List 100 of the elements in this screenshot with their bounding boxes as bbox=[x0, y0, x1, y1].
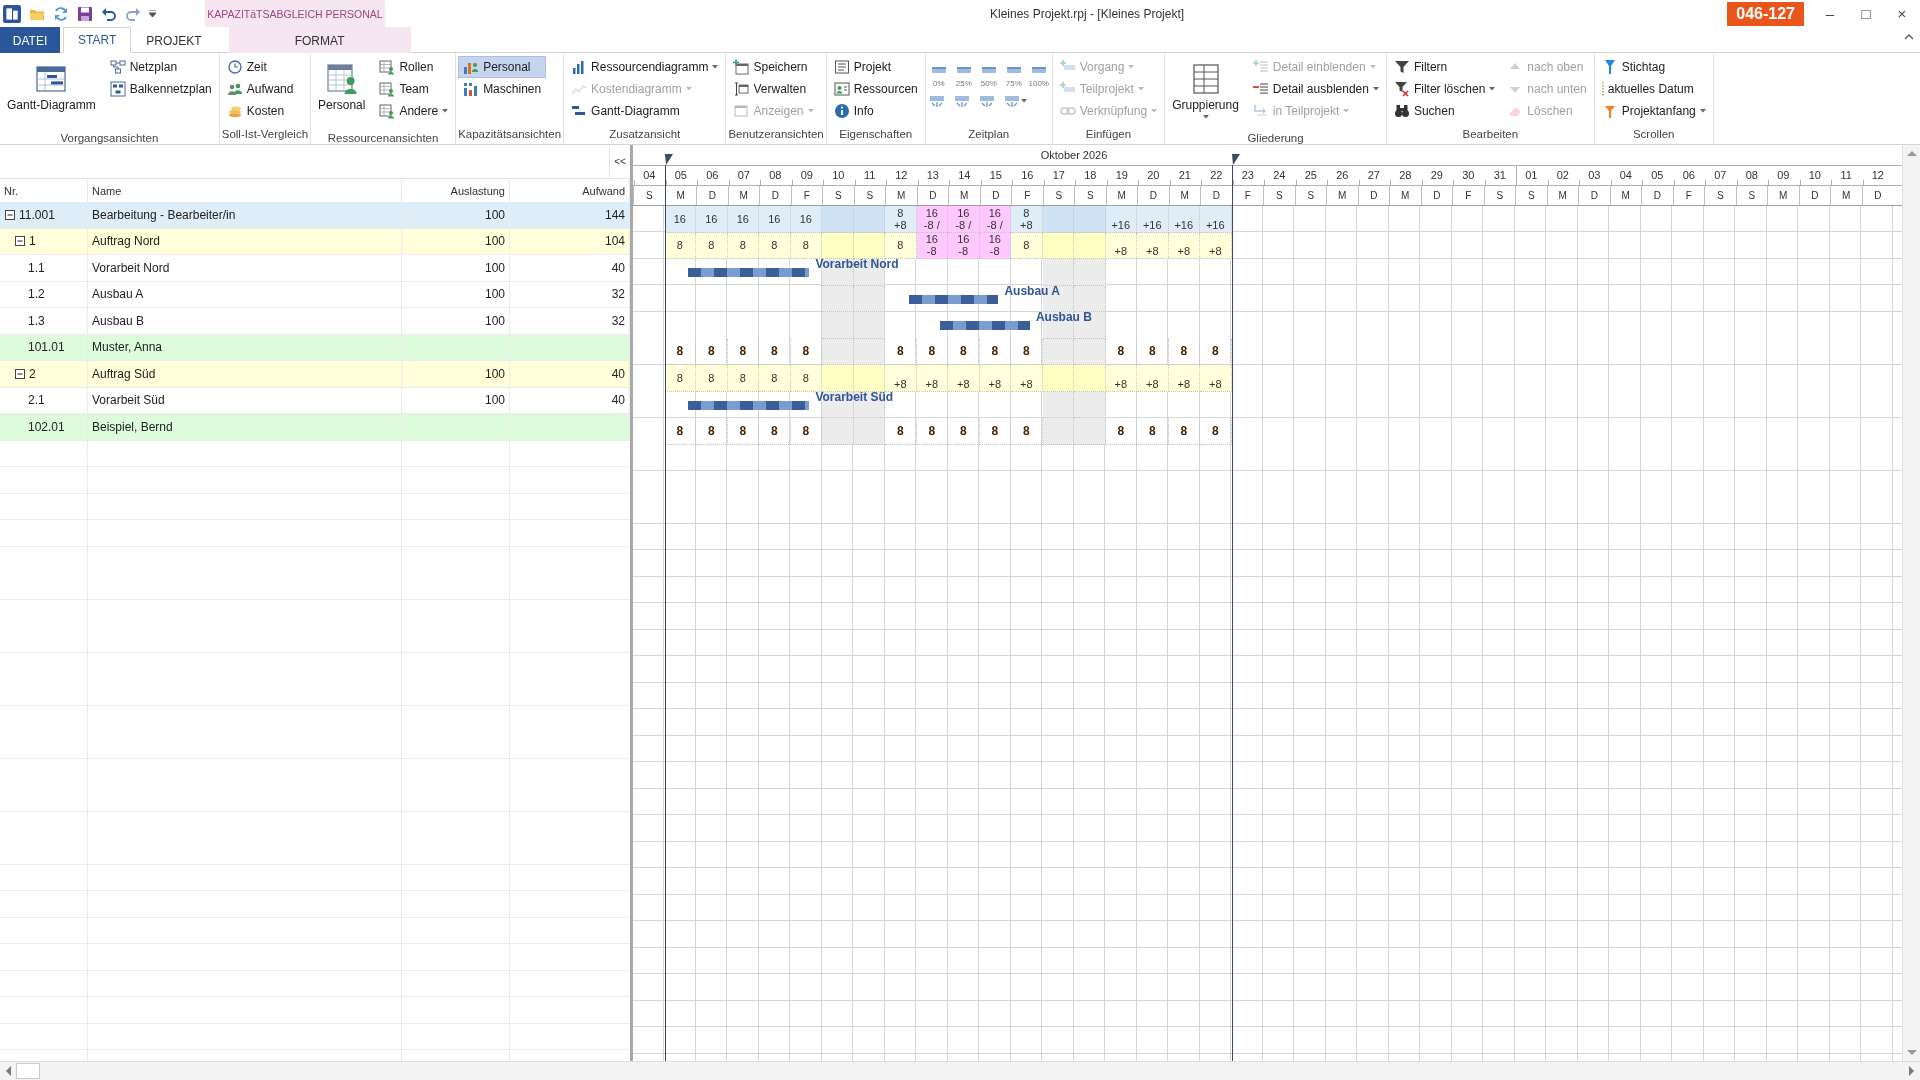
table-cell: 100 bbox=[484, 287, 505, 302]
ribbon-button[interactable]: Filter löschen bbox=[1388, 78, 1501, 100]
group-label: Soll-Ist-Vergleich bbox=[221, 127, 309, 142]
scroll-left-icon[interactable] bbox=[4, 1065, 12, 1077]
ribbon-button[interactable]: Balkennetzplan bbox=[104, 78, 217, 100]
ribbon-tab[interactable]: PROJEKT bbox=[131, 27, 217, 53]
task-bar[interactable] bbox=[908, 294, 999, 304]
refresh-icon[interactable] bbox=[53, 5, 69, 22]
people-icon bbox=[226, 81, 243, 97]
close-button[interactable]: × bbox=[1884, 0, 1920, 27]
redo-icon[interactable] bbox=[125, 5, 141, 22]
timeline-cell: +8 bbox=[1168, 365, 1200, 392]
window-icon bbox=[733, 81, 750, 97]
window-icon bbox=[733, 103, 750, 119]
ribbon-button[interactable]: aktuelles Datum bbox=[1596, 78, 1711, 100]
weekday-label: D bbox=[696, 186, 728, 205]
weekday-label: S bbox=[1263, 186, 1295, 205]
ribbon-button[interactable]: Rollen bbox=[374, 56, 454, 78]
table-cell: 102.01 bbox=[28, 419, 65, 434]
weekday-label: M bbox=[1389, 186, 1421, 205]
ribbon-button[interactable]: Verwalten bbox=[728, 78, 819, 100]
info-icon bbox=[833, 103, 850, 119]
scroll-down-icon[interactable] bbox=[1905, 1049, 1918, 1057]
table-person-icon bbox=[379, 81, 396, 97]
timeline-cell: 16 -8 / bbox=[948, 206, 980, 233]
table-cell: Muster, Anna bbox=[92, 340, 163, 355]
group-label: Scrollen bbox=[1631, 127, 1676, 142]
ribbon-button[interactable]: Gantt-Diagramm bbox=[2, 56, 101, 130]
app-logo-icon[interactable] bbox=[3, 4, 21, 23]
timeline-cell: +8 bbox=[1105, 365, 1137, 392]
ribbon-tab[interactable]: START bbox=[63, 27, 132, 53]
weekday-label: M bbox=[885, 186, 917, 205]
timeline-cell: +8 bbox=[1200, 365, 1232, 392]
timeline-cell: +16 bbox=[1137, 206, 1169, 233]
zoom-button[interactable]: 100% bbox=[1027, 62, 1050, 88]
ribbon-button[interactable]: Zeit bbox=[221, 56, 299, 78]
scroll-up-icon[interactable] bbox=[1905, 149, 1918, 157]
weekday-label: F bbox=[790, 186, 822, 205]
ribbon-button[interactable]: Suchen bbox=[1388, 100, 1501, 122]
ribbon-button[interactable]: Projektanfang bbox=[1596, 100, 1711, 122]
table-cell: Auftrag Nord bbox=[92, 234, 161, 249]
weekday-label: D bbox=[759, 186, 791, 205]
zoom-button[interactable]: 25% bbox=[952, 62, 975, 88]
save-icon[interactable] bbox=[77, 5, 93, 22]
timeline-cell: 8 bbox=[885, 418, 917, 445]
ribbon-button[interactable]: Gruppierung bbox=[1167, 56, 1244, 130]
file-tab[interactable]: DATEI bbox=[0, 27, 60, 53]
ribbon-button[interactable]: Speichern bbox=[728, 56, 819, 78]
ribbon-button[interactable]: Stichtag bbox=[1596, 56, 1711, 78]
list-minus-icon bbox=[1252, 81, 1269, 97]
ribbon-button[interactable]: Maschinen bbox=[458, 78, 547, 100]
ribbon-button[interactable]: Kosten bbox=[221, 100, 299, 122]
ribbon-button[interactable]: Ressourcendiagramm bbox=[566, 56, 724, 78]
collapse-icon[interactable] bbox=[15, 236, 25, 247]
ribbon-tab[interactable]: FORMAT bbox=[228, 27, 411, 53]
weekday-label: F bbox=[1672, 186, 1704, 205]
task-bar[interactable] bbox=[688, 400, 810, 410]
table-cell: Vorarbeit Süd bbox=[92, 393, 165, 408]
customize-caret-icon[interactable] bbox=[149, 9, 157, 18]
zoom-button[interactable]: 50% bbox=[977, 62, 1000, 88]
gantt-chart-icon bbox=[35, 63, 68, 95]
weekday-label: S bbox=[1515, 186, 1547, 205]
weekday-label: F bbox=[1452, 186, 1484, 205]
collapse-icon[interactable] bbox=[5, 209, 15, 220]
minimize-button[interactable]: – bbox=[1812, 0, 1848, 27]
filter-clear-icon bbox=[1393, 81, 1410, 97]
task-bar-label: Ausbau A bbox=[1004, 283, 1060, 298]
scroll-right-icon[interactable] bbox=[1908, 1065, 1916, 1077]
ribbon-button[interactable]: Personal bbox=[313, 56, 371, 130]
ribbon-button[interactable]: Filtern bbox=[1388, 56, 1501, 78]
ribbon-button[interactable]: Info bbox=[828, 100, 923, 122]
add-window-icon bbox=[733, 59, 750, 75]
weekday-label: M bbox=[727, 186, 759, 205]
ribbon-button[interactable]: Netzplan bbox=[104, 56, 217, 78]
scroll-thumb[interactable] bbox=[16, 1063, 40, 1079]
weekday-label: D bbox=[979, 186, 1011, 205]
zoom-button[interactable]: 0% bbox=[927, 62, 950, 88]
timeline-cell bbox=[1042, 259, 1074, 286]
zoom-button[interactable]: 75% bbox=[1002, 62, 1025, 88]
table-cell: 100 bbox=[484, 260, 505, 275]
timeline-cell: +16 bbox=[1200, 206, 1232, 233]
ribbon-button[interactable]: Personal bbox=[458, 56, 547, 78]
ribbon-button[interactable]: Andere bbox=[374, 100, 454, 122]
weekday-label: F bbox=[1011, 186, 1043, 205]
list-plus-icon bbox=[1252, 59, 1269, 75]
ribbon-button[interactable]: Detail ausblenden bbox=[1247, 78, 1384, 100]
ribbon-button[interactable]: Aufwand bbox=[221, 78, 299, 100]
ribbon-button[interactable]: Ressourcen bbox=[828, 78, 923, 100]
collapse-ribbon-icon[interactable] bbox=[1904, 33, 1914, 41]
maximize-button[interactable]: □ bbox=[1848, 0, 1884, 27]
ribbon-button[interactable]: Projekt bbox=[828, 56, 923, 78]
weekday-label: M bbox=[1767, 186, 1799, 205]
collapse-icon[interactable] bbox=[15, 368, 25, 379]
weekday-label: S bbox=[633, 186, 665, 205]
ribbon-button[interactable]: Gantt-Diagramm bbox=[566, 100, 724, 122]
weekday-label: S bbox=[1735, 186, 1767, 205]
table-cell: 40 bbox=[611, 393, 625, 408]
ribbon-button[interactable]: Team bbox=[374, 78, 454, 100]
weekday-label: S bbox=[1704, 186, 1736, 205]
timeline-cell: +8 bbox=[1200, 232, 1232, 259]
